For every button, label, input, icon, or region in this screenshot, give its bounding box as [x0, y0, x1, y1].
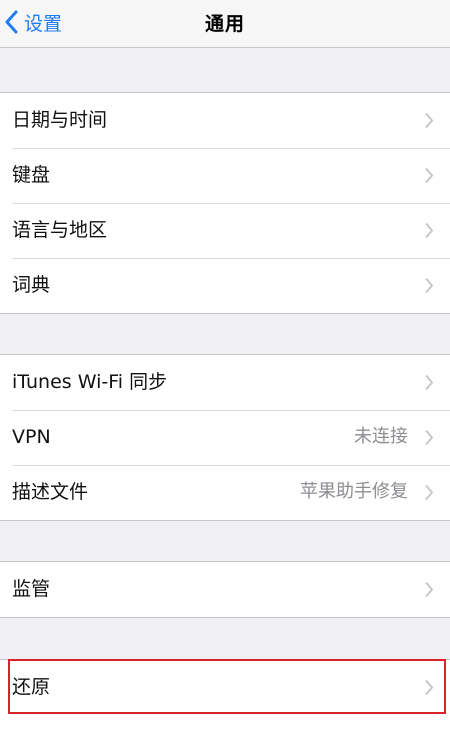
- navigation-bar: 设置 通用: [0, 0, 450, 48]
- row-label: VPN: [12, 426, 51, 448]
- vpn-status-value: 未连接: [354, 426, 408, 447]
- row-itunes-wifi-sync[interactable]: iTunes Wi-Fi 同步: [0, 355, 450, 410]
- chevron-right-icon: [425, 374, 434, 391]
- chevron-right-icon: [425, 679, 434, 696]
- row-label: 键盘: [12, 164, 51, 186]
- page-title: 通用: [204, 13, 245, 35]
- chevron-right-icon: [425, 429, 434, 446]
- row-dictionary[interactable]: 词典: [0, 258, 450, 313]
- chevron-right-icon: [425, 581, 434, 598]
- row-label: 语言与地区: [12, 219, 108, 241]
- settings-group-2: iTunes Wi-Fi 同步 VPN 未连接 描述文件 苹果助手修复: [0, 354, 450, 521]
- settings-group-1: 日期与时间 键盘 语言与地区 词典: [0, 92, 450, 314]
- profile-value: 苹果助手修复: [300, 481, 408, 502]
- chevron-right-icon: [425, 222, 434, 239]
- row-supervision[interactable]: 监管: [0, 562, 450, 617]
- row-label: 词典: [12, 274, 51, 296]
- row-keyboard[interactable]: 键盘: [0, 148, 450, 203]
- row-reset[interactable]: 还原: [0, 660, 450, 715]
- row-vpn[interactable]: VPN 未连接: [0, 410, 450, 465]
- row-label: 还原: [12, 676, 51, 698]
- row-label: 监管: [12, 578, 51, 600]
- row-label: 描述文件: [12, 481, 89, 503]
- row-language-region[interactable]: 语言与地区: [0, 203, 450, 258]
- row-label: iTunes Wi-Fi 同步: [12, 371, 168, 393]
- chevron-right-icon: [425, 277, 434, 294]
- settings-group-4: 还原: [0, 659, 450, 731]
- settings-group-3: 监管: [0, 561, 450, 618]
- chevron-right-icon: [425, 167, 434, 184]
- row-profile[interactable]: 描述文件 苹果助手修复: [0, 465, 450, 520]
- row-date-time[interactable]: 日期与时间: [0, 93, 450, 148]
- row-label: 日期与时间: [12, 109, 108, 131]
- chevron-right-icon: [425, 112, 434, 129]
- chevron-right-icon: [425, 484, 434, 501]
